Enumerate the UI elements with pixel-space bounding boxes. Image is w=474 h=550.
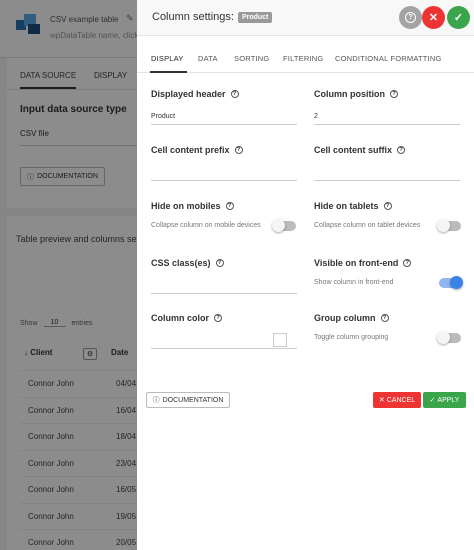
displayed-header-label: Displayed header?	[151, 89, 239, 99]
question-circle-icon[interactable]: ?	[234, 146, 243, 154]
panel-title-text: Column settings:	[152, 11, 234, 23]
cell-suffix-input[interactable]	[314, 167, 460, 181]
group-column-toggle[interactable]	[437, 331, 461, 344]
question-circle-icon[interactable]: ?	[390, 90, 398, 98]
question-circle-icon[interactable]: ?	[225, 202, 234, 210]
column-name-badge: Product	[237, 11, 273, 23]
cancel-button[interactable]: ✕ CANCEL	[373, 392, 421, 408]
question-circle-icon[interactable]: ?	[214, 314, 222, 322]
apply-button[interactable]: ✓ APPLY	[423, 392, 466, 408]
question-circle-icon: ⓘ	[152, 397, 160, 404]
hide-mobiles-label: Hide on mobiles?	[151, 201, 234, 211]
group-column-text: Toggle column grouping	[314, 334, 389, 341]
css-classes-label: CSS class(es)?	[151, 258, 224, 268]
question-circle-icon[interactable]: ?	[403, 259, 412, 267]
close-icon: ✕	[428, 12, 439, 24]
check-icon: ✓	[453, 12, 464, 24]
column-position-input[interactable]: 2	[314, 111, 460, 125]
hide-mobiles-text: Collapse column on mobile devices	[151, 222, 261, 229]
panel-tabs: DISPLAY DATA SORTING FILTERING CONDITION…	[137, 45, 474, 73]
active-tab-indicator	[150, 71, 187, 73]
hide-tablets-toggle[interactable]	[437, 219, 461, 232]
confirm-button[interactable]: ✓	[447, 6, 470, 29]
css-classes-input[interactable]	[151, 280, 297, 294]
cell-suffix-label: Cell content suffix?	[314, 145, 406, 155]
hide-mobiles-toggle[interactable]	[272, 219, 296, 232]
help-button[interactable]: ?	[399, 6, 422, 29]
displayed-header-input[interactable]: Product	[151, 111, 297, 125]
column-settings-panel: Column settings: Product ? ✕ ✓ DISPLAY D…	[137, 0, 474, 550]
column-color-label: Column color?	[151, 313, 222, 323]
close-icon: ✕	[378, 397, 385, 404]
question-circle-icon: ?	[405, 12, 416, 23]
column-position-label: Column position?	[314, 89, 398, 99]
question-circle-icon[interactable]: ?	[397, 146, 406, 154]
color-picker-swatch[interactable]	[273, 333, 287, 347]
question-circle-icon[interactable]: ?	[383, 202, 392, 210]
question-circle-icon[interactable]: ?	[380, 314, 389, 322]
question-circle-icon[interactable]: ?	[215, 259, 224, 267]
tab-sorting[interactable]: SORTING	[234, 54, 269, 63]
apply-button-label: APPLY	[437, 396, 460, 404]
cancel-button-label: CANCEL	[386, 396, 416, 404]
close-button[interactable]: ✕	[422, 6, 445, 29]
cell-prefix-label: Cell content prefix?	[151, 145, 243, 155]
visible-frontend-text: Show column in front-end	[314, 279, 394, 286]
tab-filtering[interactable]: FILTERING	[283, 54, 323, 63]
visible-frontend-label: Visible on front-end?	[314, 258, 412, 268]
cell-prefix-input[interactable]	[151, 167, 297, 181]
tab-display[interactable]: DISPLAY	[151, 54, 184, 63]
group-column-label: Group column?	[314, 313, 389, 323]
tab-data[interactable]: DATA	[198, 54, 218, 63]
documentation-button-label: DOCUMENTATION	[162, 396, 224, 404]
panel-title: Column settings: Product	[152, 11, 273, 23]
hide-tablets-text: Collapse column on tablet devices	[314, 222, 421, 229]
documentation-button[interactable]: ⓘ DOCUMENTATION	[146, 392, 230, 408]
panel-header: Column settings: Product ? ✕ ✓	[137, 0, 474, 36]
visible-frontend-toggle[interactable]	[439, 276, 463, 289]
tab-conditional-formatting[interactable]: CONDITIONAL FORMATTING	[335, 54, 441, 63]
hide-tablets-label: Hide on tablets?	[314, 201, 392, 211]
question-circle-icon[interactable]: ?	[230, 90, 239, 98]
check-icon: ✓	[429, 397, 436, 404]
